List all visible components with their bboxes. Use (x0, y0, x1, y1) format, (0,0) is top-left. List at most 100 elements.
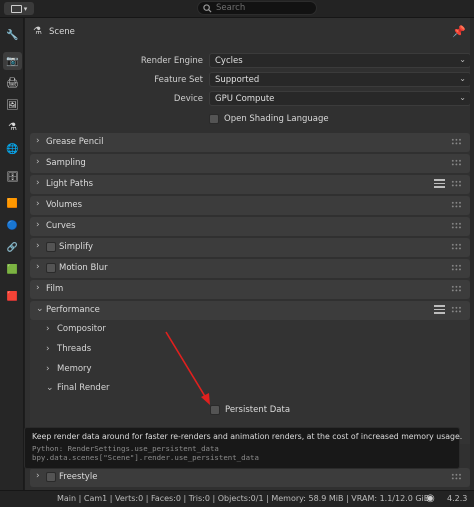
tooltip-python: Python: RenderSettings.use_persistent_da… (32, 444, 219, 453)
simplify-checkbox[interactable] (46, 242, 56, 252)
panel-grease-pencil[interactable]: › Grease Pencil (30, 133, 470, 152)
data-icon: 🟩 (6, 265, 19, 275)
panel-performance[interactable]: ⌄ Performance (30, 301, 470, 320)
render-engine-value: Cycles (215, 55, 243, 66)
subpanel-label: Final Render (57, 383, 110, 393)
feature-set-label: Feature Set (154, 74, 203, 85)
subpanel-label: Compositor (57, 324, 106, 334)
chevron-down-icon: ⌄ (46, 383, 54, 393)
panel-volumes[interactable]: › Volumes (30, 196, 470, 215)
chevron-down-icon: ⌄ (36, 304, 44, 314)
status-bar: Main | Cam1 | Verts:0 | Faces:0 | Tris:0… (0, 490, 474, 507)
drag-grip-icon[interactable] (451, 201, 462, 209)
status-text: Main | Cam1 | Verts:0 | Faces:0 | Tris:0… (57, 494, 430, 503)
render-engine-dropdown[interactable]: Cycles ⌄ (209, 53, 471, 68)
presets-list-icon[interactable] (434, 179, 445, 188)
context-header: ⚗ Scene 📌 (25, 18, 474, 46)
texture-tab[interactable]: 🟥 (3, 288, 22, 306)
chevron-right-icon: › (36, 471, 40, 481)
feature-set-dropdown[interactable]: Supported ⌄ (209, 72, 471, 87)
tooltip: Keep render data around for faster re-re… (24, 427, 463, 469)
osl-checkbox[interactable] (209, 113, 219, 124)
freestyle-checkbox[interactable] (46, 472, 56, 482)
drag-grip-icon[interactable] (451, 285, 462, 293)
persistent-data-row[interactable]: Persistent Data (210, 405, 290, 415)
chevron-right-icon: › (36, 262, 40, 272)
output-tab[interactable]: 🖨 (3, 74, 22, 92)
render-tab[interactable]: 📷 (3, 52, 22, 70)
panel-label: Freestyle (59, 472, 98, 482)
constraints-icon: 🔗 (6, 243, 19, 253)
performance-body: › Compositor › Threads › Memory ⌄ Final … (30, 320, 470, 444)
osl-row[interactable]: Open Shading Language (209, 111, 329, 126)
panel-sampling[interactable]: › Sampling (30, 154, 470, 173)
osl-label: Open Shading Language (224, 113, 329, 124)
version-label: 4.2.3 (447, 494, 468, 503)
search-input[interactable]: Search (197, 1, 317, 15)
physics-tab[interactable]: 🔵 (3, 217, 22, 235)
scrollbar[interactable] (470, 18, 474, 490)
data-tab[interactable]: 🟩 (3, 261, 22, 279)
chevron-right-icon: › (36, 178, 40, 188)
collection-tab[interactable]: 🗄 (3, 168, 22, 186)
texture-icon: 🟥 (6, 292, 19, 302)
panel-label: Performance (46, 305, 100, 315)
properties-panel: ⚗ Scene 📌 Render Engine Cycles ⌄ Feature… (25, 18, 474, 490)
chevron-right-icon: › (36, 157, 40, 167)
drag-grip-icon[interactable] (451, 306, 462, 314)
drag-grip-icon[interactable] (451, 180, 462, 188)
view-layer-icon: 🖼 (6, 99, 19, 111)
view-layer-tab[interactable]: 🖼 (3, 96, 22, 114)
drag-grip-icon[interactable] (451, 473, 462, 481)
search-icon (203, 3, 212, 13)
chevron-down-icon: ▾ (23, 4, 28, 13)
panel-label: Grease Pencil (46, 137, 104, 147)
presets-list-icon[interactable] (434, 305, 445, 314)
object-tab[interactable]: 🟧 (3, 195, 22, 213)
render-engine-label: Render Engine (140, 55, 203, 66)
tooltip-description: Keep render data around for faster re-re… (32, 432, 463, 441)
pin-icon[interactable]: 📌 (452, 25, 466, 38)
panel-motion-blur[interactable]: › Motion Blur (30, 259, 470, 278)
editor-type-button[interactable]: ▾ (4, 2, 34, 15)
drag-grip-icon[interactable] (451, 159, 462, 167)
chevron-right-icon: › (46, 344, 50, 354)
panel-simplify[interactable]: › Simplify (30, 238, 470, 257)
chevron-down-icon: ⌄ (459, 93, 466, 102)
device-label: Device (173, 93, 203, 104)
chevron-down-icon: ⌄ (459, 55, 466, 64)
scene-tab[interactable]: ⚗ (3, 118, 22, 136)
blender-logo-icon: ◉ (426, 493, 435, 504)
chevron-right-icon: › (36, 199, 40, 209)
constraints-tab[interactable]: 🔗 (3, 239, 22, 257)
collection-icon: 🗄 (6, 171, 19, 183)
device-row: Device GPU Compute ⌄ (25, 91, 474, 106)
drag-grip-icon[interactable] (451, 138, 462, 146)
chevron-right-icon: › (46, 324, 50, 334)
feature-set-value: Supported (215, 74, 260, 85)
scene-icon: ⚗ (8, 121, 17, 133)
annotation-arrow (165, 331, 210, 405)
device-dropdown[interactable]: GPU Compute ⌄ (209, 91, 471, 106)
world-tab[interactable]: 🌐 (3, 140, 22, 158)
tool-tab[interactable]: 🔧 (3, 26, 22, 44)
panel-label: Motion Blur (59, 263, 108, 273)
motion-blur-checkbox[interactable] (46, 263, 56, 273)
panel-label: Sampling (46, 158, 86, 168)
panel-curves[interactable]: › Curves (30, 217, 470, 236)
panel-light-paths[interactable]: › Light Paths (30, 175, 470, 194)
chevron-right-icon: › (36, 136, 40, 146)
drag-grip-icon[interactable] (451, 264, 462, 272)
panel-label: Light Paths (46, 179, 94, 189)
properties-editor-icon (10, 4, 22, 13)
chevron-right-icon: › (36, 220, 40, 230)
subpanel-label: Memory (57, 364, 92, 374)
chevron-down-icon: ⌄ (459, 74, 466, 83)
drag-grip-icon[interactable] (451, 243, 462, 251)
panel-freestyle[interactable]: › Freestyle (30, 468, 470, 487)
panel-film[interactable]: › Film (30, 280, 470, 299)
drag-grip-icon[interactable] (451, 222, 462, 230)
scene-context-icon: ⚗ (33, 26, 42, 37)
device-value: GPU Compute (215, 93, 275, 104)
properties-tab-strip: 🔧 📷 🖨 🖼 ⚗ 🌐 🗄 🟧 🔵 🔗 🟩 🟥 (0, 18, 24, 490)
